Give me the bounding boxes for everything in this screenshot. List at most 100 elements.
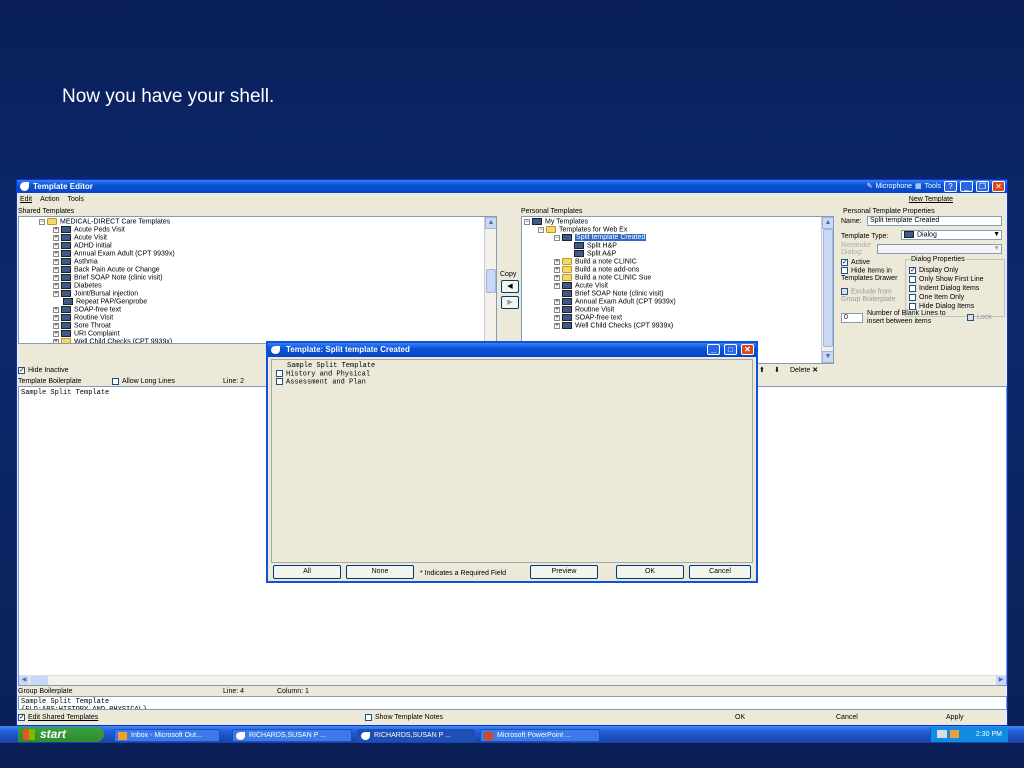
tree-child-hp[interactable]: Split H&P (574, 242, 617, 250)
scroll-down-icon[interactable]: ▼ (822, 351, 833, 363)
reminder-label: Reminder Dialog: (841, 242, 872, 256)
new-template-button[interactable]: New Template (909, 194, 953, 206)
shared-tree-item[interactable]: + Diabetes (53, 282, 102, 290)
tree-root-my[interactable]: − My Templates (524, 218, 588, 226)
shared-tree-item[interactable]: + Acute Peds Visit (53, 226, 125, 234)
tools-button[interactable]: Tools (925, 180, 941, 193)
menu-tools[interactable]: Tools (68, 194, 84, 206)
active-checkbox[interactable]: ✓ Active (841, 258, 870, 267)
close-icon[interactable]: ✕ (741, 344, 754, 355)
personal-tree-item[interactable]: + SOAP-free text (554, 314, 622, 322)
shared-tree-item[interactable]: + Sore Throat (53, 322, 111, 330)
task-richards-1[interactable]: RICHARDS,SUSAN P ... (232, 729, 352, 742)
shared-tree-item[interactable]: + Annual Exam Adult (CPT 9939x) (53, 250, 175, 258)
indent-checkbox[interactable]: Indent Dialog Items (909, 284, 979, 293)
personal-tree-item[interactable]: + Build a note CLINIC (554, 258, 637, 266)
close-icon[interactable]: ✕ (992, 181, 1005, 192)
type-select[interactable]: Dialog ▼ (901, 230, 1002, 240)
hide-inactive-checkbox[interactable]: ✓ Hide Inactive (18, 366, 68, 375)
menu-action[interactable]: Action (40, 194, 59, 206)
template-icon (61, 314, 71, 321)
tools-icon[interactable]: ▦ (915, 180, 922, 193)
window-titlebar[interactable]: Template Editor ✎ Microphone ▦ Tools ? _… (17, 180, 1007, 193)
app-icon (236, 732, 245, 740)
shared-tree-item[interactable]: + ADHD initial (53, 242, 112, 250)
shared-tree-item[interactable]: + Well Child Checks (CPT 9939x) (53, 338, 172, 343)
edit-shared-checkbox[interactable]: ✓ Edit Shared Templates (18, 713, 98, 722)
scroll-thumb[interactable] (486, 269, 496, 293)
apply-button[interactable]: Apply (946, 713, 964, 722)
task-richards-2[interactable]: RICHARDS,SUSAN P ... (357, 729, 475, 742)
volume-icon[interactable] (937, 730, 947, 738)
shared-tree-item[interactable]: + Brief SOAP Note (clinic visit) (53, 274, 163, 282)
minimize-icon[interactable]: _ (707, 344, 720, 355)
dialog-item-ap[interactable]: Assessment and Plan (276, 378, 366, 386)
group-boilerplate-editor[interactable]: Sample Split Template {FLD:ARS:HISTORY A… (18, 696, 1007, 710)
maximize-icon[interactable]: □ (724, 344, 737, 355)
show-notes-checkbox[interactable]: Show Template Notes (365, 713, 443, 722)
h-scrollbar[interactable]: ◀ ▶ (19, 675, 1006, 685)
copy-left-button[interactable]: ◀ (501, 280, 519, 293)
allow-long-lines-checkbox[interactable]: Allow Long Lines (112, 377, 175, 386)
tree-selected-template[interactable]: − Split template Created (554, 234, 647, 242)
template-icon (562, 322, 572, 329)
delete-button[interactable]: Delete ✕ (790, 366, 818, 375)
minimize-icon[interactable]: _ (960, 181, 973, 192)
preview-button[interactable]: Preview (530, 565, 598, 579)
microphone-icon[interactable]: ✎ (867, 180, 873, 193)
none-button[interactable]: None (346, 565, 414, 579)
shared-tree-item[interactable]: + Back Pain Acute or Change (53, 266, 160, 274)
lock-checkbox[interactable]: Lock (967, 313, 992, 322)
name-field[interactable]: Split template Created (867, 216, 1002, 226)
tree-folder-webex[interactable]: − Templates for Web Ex (538, 226, 627, 234)
shared-scrollbar[interactable]: ▲ (484, 217, 496, 343)
move-up-icon[interactable]: ⬆ (759, 366, 765, 375)
dialog-ok-button[interactable]: OK (616, 565, 684, 579)
personal-tree-item[interactable]: + Well Child Checks (CPT 9939x) (554, 322, 673, 330)
dialog-titlebar[interactable]: Template: Split template Created _ □ ✕ (268, 343, 756, 357)
tree-child-ap[interactable]: Split A&P (574, 250, 616, 258)
task-outlook[interactable]: Inbox - Microsoft Out... (114, 729, 220, 742)
outlook-tray-icon[interactable] (950, 730, 959, 738)
shared-tree-item[interactable]: + Routine Visit (53, 314, 113, 322)
only-show-first-checkbox[interactable]: Only Show First Line (909, 275, 984, 284)
start-button[interactable]: start (18, 727, 104, 742)
ok-button[interactable]: OK (735, 713, 745, 722)
shared-templates-tree[interactable]: − MEDICAL-DIRECT Care Templates + Acute Pe… (18, 216, 497, 344)
cancel-button[interactable]: Cancel (836, 713, 858, 722)
shared-tree-item[interactable]: + SOAP-free text (53, 306, 121, 314)
copy-right-button[interactable]: ▶ (501, 296, 519, 309)
shared-tree-item[interactable]: + Acute Visit (53, 234, 107, 242)
personal-tree-item[interactable]: + Build a note CLINIC Sue (554, 274, 651, 282)
hide-items-checkbox[interactable]: Hide Items in Templates Drawer (841, 267, 905, 283)
display-only-checkbox[interactable]: ✓ Display Only (909, 266, 958, 275)
personal-tree-item[interactable]: + Acute Visit (554, 282, 608, 290)
tree-root[interactable]: − MEDICAL-DIRECT Care Templates (39, 218, 170, 226)
scroll-thumb[interactable] (823, 229, 833, 347)
shared-tree-item[interactable]: + URI Complaint (53, 330, 120, 338)
personal-tree-item[interactable]: + Build a note add-ons (554, 266, 639, 274)
shared-tree-item[interactable]: + Asthma (53, 258, 98, 266)
shared-tree-item[interactable]: + Joint/Bursal injection (53, 290, 138, 298)
personal-tree-item[interactable]: + Routine Visit (554, 306, 614, 314)
template-icon (61, 322, 71, 329)
shared-templates-label: Shared Templates (18, 208, 75, 215)
scroll-up-icon[interactable]: ▲ (822, 217, 833, 229)
task-powerpoint[interactable]: Microsoft PowerPoint ... (480, 729, 600, 742)
microphone-button[interactable]: Microphone (875, 180, 912, 193)
help-icon[interactable]: ? (944, 181, 957, 192)
move-down-icon[interactable]: ⬇ (774, 366, 780, 375)
menu-edit[interactable]: Edit (20, 194, 32, 206)
shared-tree-item[interactable]: Repeat PAP/Genprobe (63, 298, 147, 306)
personal-tree-item[interactable]: + Annual Exam Adult (CPT 9939x) (554, 298, 676, 306)
one-item-checkbox[interactable]: One Item Only (909, 293, 964, 302)
personal-tree-item[interactable]: Brief SOAP Note (clinic visit) (554, 290, 664, 298)
all-button[interactable]: All (273, 565, 341, 579)
dialog-cancel-button[interactable]: Cancel (689, 565, 751, 579)
personal-scrollbar[interactable]: ▲ ▼ (821, 217, 833, 363)
exclude-checkbox[interactable]: Exclude from Group Boilerplate (841, 288, 901, 304)
reminder-select[interactable]: ▼ (877, 244, 1002, 254)
blank-lines-spinner[interactable]: 0 (841, 313, 863, 323)
scroll-up-icon[interactable]: ▲ (485, 217, 496, 229)
restore-icon[interactable]: ❐ (976, 181, 989, 192)
